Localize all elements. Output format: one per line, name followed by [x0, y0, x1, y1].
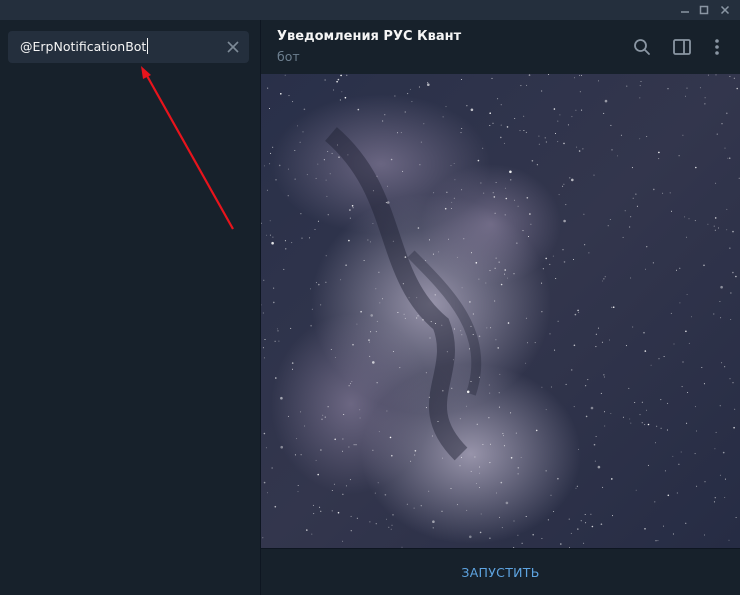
text-caret: [147, 38, 149, 54]
window-titlebar: [0, 0, 740, 20]
search-icon[interactable]: [632, 37, 652, 57]
chat-pane: Уведомления РУС Квант бот ЗАПУСТИТЬ: [261, 20, 740, 595]
sidebar-toggle-icon[interactable]: [672, 37, 692, 57]
start-bot-button[interactable]: ЗАПУСТИТЬ: [261, 549, 740, 595]
maximize-icon[interactable]: [693, 0, 715, 20]
search-clear-icon[interactable]: [225, 39, 241, 55]
close-icon[interactable]: [714, 0, 736, 20]
chat-title[interactable]: Уведомления РУС Квант: [277, 29, 461, 44]
chat-background-image: [261, 74, 740, 548]
sidebar: @ErpNotificationBot: [0, 20, 260, 595]
search-input-value: @ErpNotificationBot: [20, 39, 147, 54]
more-vertical-icon[interactable]: [707, 37, 727, 57]
chat-bottom-bar: ЗАПУСТИТЬ: [261, 549, 740, 595]
search-field[interactable]: @ErpNotificationBot: [8, 31, 249, 63]
chat-subtitle: бот: [277, 49, 300, 64]
chat-header[interactable]: Уведомления РУС Квант бот: [261, 20, 740, 74]
search-input[interactable]: @ErpNotificationBot: [20, 38, 215, 56]
